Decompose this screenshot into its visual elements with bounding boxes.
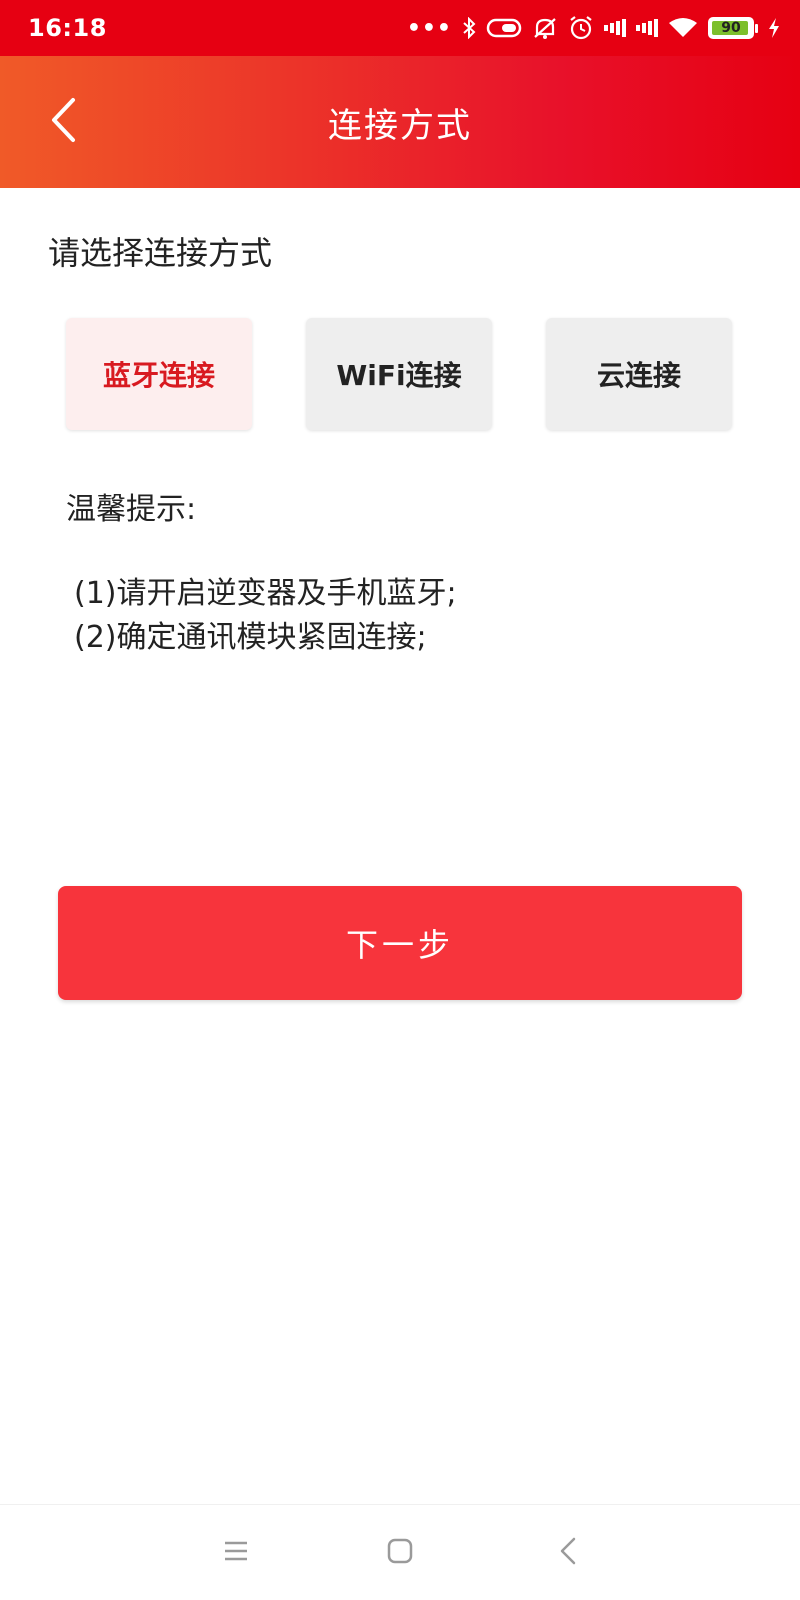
battery-icon: 90 — [708, 17, 758, 39]
signal-icon — [636, 18, 658, 38]
mute-icon — [532, 16, 558, 40]
option-label: WiFi连接 — [336, 359, 462, 392]
wifi-icon — [668, 17, 698, 39]
menu-icon — [223, 1540, 249, 1566]
wifi-connection-option[interactable]: WiFi连接 — [306, 318, 492, 430]
home-button[interactable] — [376, 1529, 424, 1577]
chevron-left-icon — [49, 97, 79, 147]
system-nav-bar — [0, 1504, 800, 1600]
bluetooth-icon — [462, 17, 476, 39]
next-step-button[interactable]: 下一步 — [58, 886, 742, 1000]
option-label: 云连接 — [596, 359, 681, 392]
battery-level: 90 — [721, 20, 741, 36]
status-bar: 16:18 ••• 90 — [0, 0, 800, 56]
charging-icon — [768, 18, 780, 38]
system-back-button[interactable] — [544, 1529, 592, 1577]
vibrate-icon — [486, 17, 522, 39]
recent-apps-button[interactable] — [212, 1529, 260, 1577]
tip-item: (2)确定通讯模块紧固连接; — [74, 620, 427, 655]
option-label: 蓝牙连接 — [102, 359, 215, 392]
tips-title: 温馨提示: — [66, 492, 197, 527]
cloud-connection-option[interactable]: 云连接 — [546, 318, 732, 430]
bluetooth-connection-option[interactable]: 蓝牙连接 — [66, 318, 252, 430]
status-time: 16:18 — [28, 14, 107, 42]
more-notifications-icon: ••• — [406, 15, 452, 41]
connection-options: 蓝牙连接 WiFi连接 云连接 — [66, 318, 734, 430]
signal-icon — [604, 18, 626, 38]
home-icon — [387, 1538, 413, 1568]
alarm-icon — [568, 15, 594, 41]
back-button[interactable] — [40, 90, 88, 154]
app-header: 连接方式 — [0, 56, 800, 188]
next-step-label: 下一步 — [345, 926, 454, 964]
back-icon — [559, 1537, 577, 1569]
page-title: 连接方式 — [328, 105, 472, 146]
tip-item: (1)请开启逆变器及手机蓝牙; — [74, 576, 457, 611]
connection-prompt: 请选择连接方式 — [48, 234, 273, 272]
status-icons: ••• 90 — [407, 15, 780, 41]
